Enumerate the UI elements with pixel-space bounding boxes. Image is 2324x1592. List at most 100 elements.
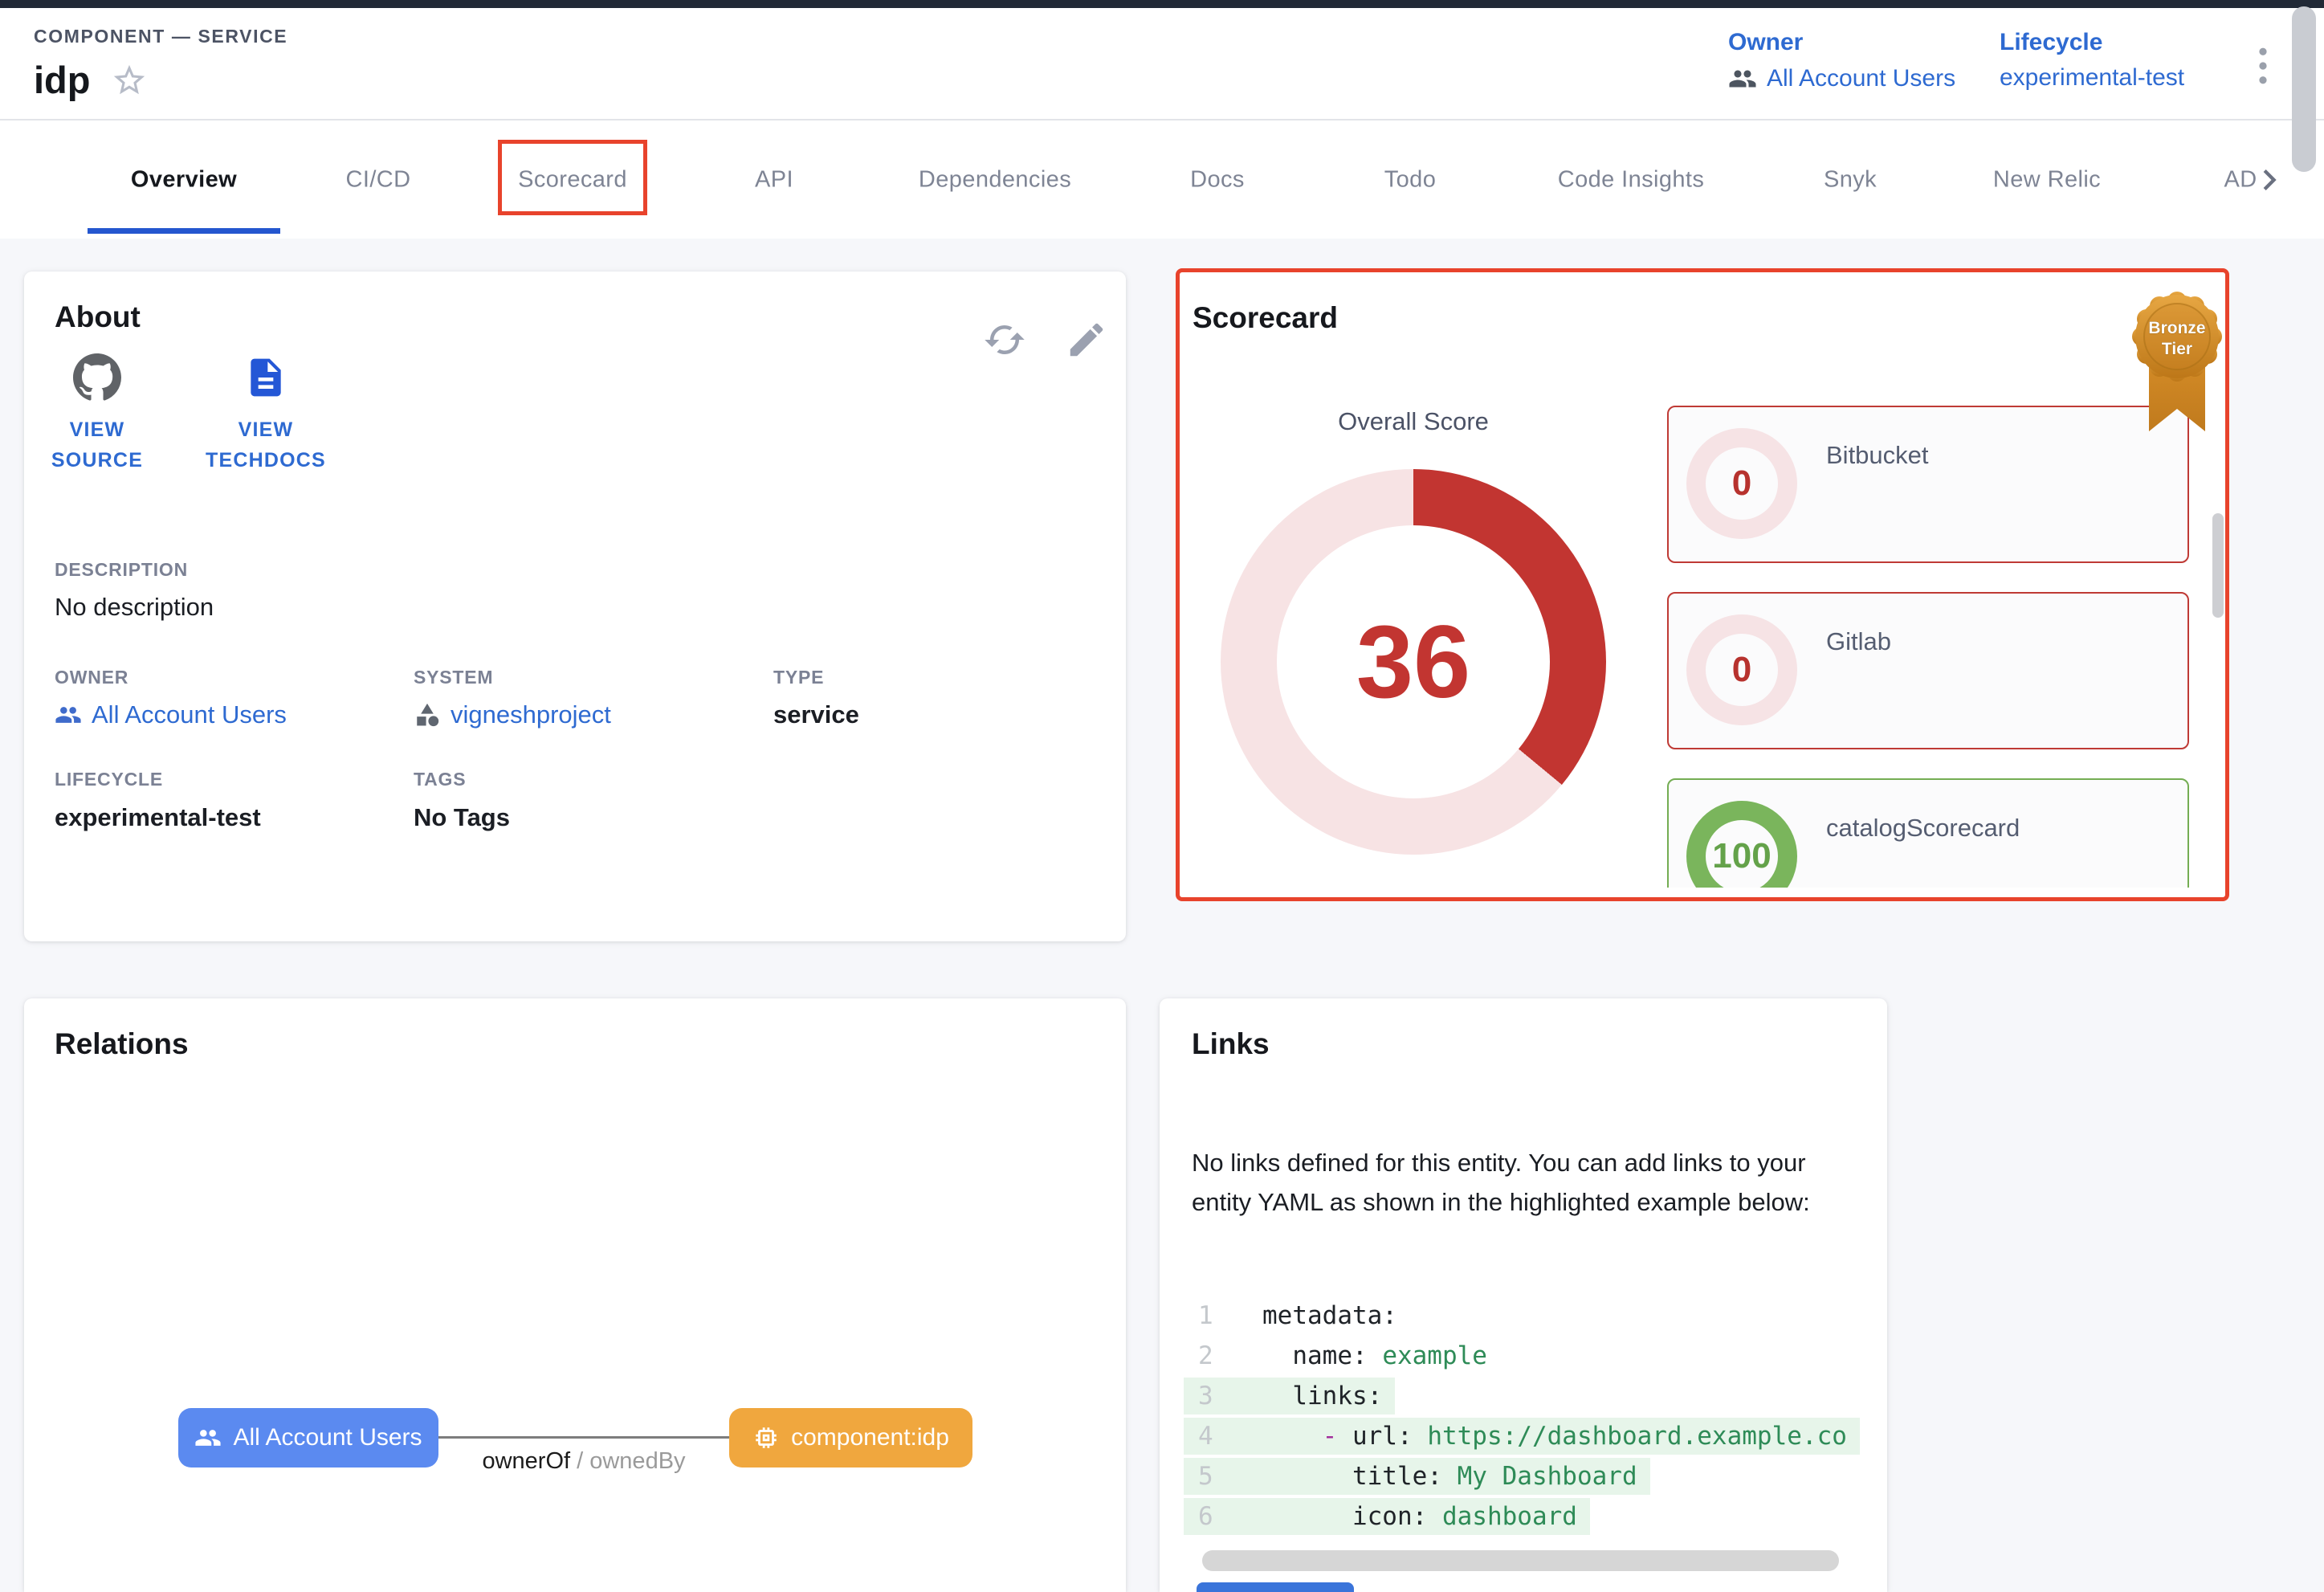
view-source-button[interactable]: VIEW SOURCE <box>29 352 165 476</box>
subcard-score-ring: 100 <box>1686 801 1797 888</box>
code-line: 2 name: example <box>1184 1336 1887 1376</box>
active-tab-underline <box>88 228 280 234</box>
tab-api[interactable]: API <box>755 166 793 193</box>
scorecard-subcard-bitbucket[interactable]: 0Bitbucket <box>1667 406 2189 563</box>
group-node-label: All Account Users <box>233 1424 422 1451</box>
subcard-label: Gitlab <box>1826 627 1891 656</box>
relations-title: Relations <box>55 1027 189 1061</box>
tags-field-value: No Tags <box>414 803 510 832</box>
links-card: Links No links defined for this entity. … <box>1160 998 1887 1592</box>
more-options-icon[interactable] <box>2245 40 2281 92</box>
badge-line2: Tier <box>2162 340 2192 358</box>
type-field-value: service <box>773 700 859 729</box>
page-title: idp <box>34 58 90 102</box>
scorecard-subscores-list: 0Bitbucket 0 Gitlab 100 catalogScorecard <box>1667 406 2189 888</box>
content-area: About VIEW SOURCE VIEW TECHDOCS DESCRIPT… <box>0 239 2324 1592</box>
overall-score-gauge: 36 <box>1221 469 1606 855</box>
about-title: About <box>55 300 141 334</box>
techdocs-icon <box>243 355 288 400</box>
description-label: DESCRIPTION <box>55 559 188 581</box>
code-line: 1metadata: <box>1184 1296 1887 1336</box>
lifecycle-field-label: LIFECYCLE <box>55 769 163 790</box>
owner-link[interactable]: All Account Users <box>1728 64 1955 93</box>
line-number: 3 <box>1198 1382 1233 1410</box>
system-category-icon <box>414 701 441 729</box>
type-field-label: TYPE <box>773 667 824 688</box>
subcard-score-ring: 0 <box>1686 614 1797 725</box>
view-techdocs-label: VIEW TECHDOCS <box>198 414 334 476</box>
owner-value: All Account Users <box>1767 65 1955 92</box>
bronze-tier-badge: Bronze Tier <box>2127 284 2227 441</box>
header-owner-block: Owner All Account Users <box>1728 29 1955 93</box>
relation-node-component[interactable]: component:idp <box>729 1408 972 1467</box>
view-techdocs-button[interactable]: VIEW TECHDOCS <box>198 352 334 476</box>
github-icon <box>73 353 121 402</box>
yaml-code-block: 1metadata:2 name: example3 links:4 - url… <box>1184 1296 1887 1537</box>
tabs: OverviewCI/CDScorecardAPIDependenciesDoc… <box>0 120 2324 239</box>
owner-field-label: OWNER <box>55 667 128 688</box>
relation-edge-label: ownerOf / ownedBy <box>423 1448 744 1475</box>
header-lifecycle-block: Lifecycle experimental-test <box>2000 29 2184 92</box>
top-window-bar <box>0 0 2324 8</box>
line-number: 2 <box>1198 1341 1233 1370</box>
favorite-star-icon[interactable] <box>111 62 148 99</box>
annotation-box-scorecard-tab <box>498 140 647 215</box>
tab-ci-cd[interactable]: CI/CD <box>346 166 411 193</box>
overall-score-label: Overall Score <box>1293 407 1534 436</box>
refresh-icon[interactable] <box>983 318 1026 361</box>
description-value: No description <box>55 593 214 622</box>
owner-field-link[interactable]: All Account Users <box>55 700 287 729</box>
tab-dependencies[interactable]: Dependencies <box>919 166 1071 193</box>
line-number: 1 <box>1198 1301 1233 1330</box>
tab-new-relic[interactable]: New Relic <box>1993 166 2101 193</box>
system-field-link[interactable]: vigneshproject <box>414 700 611 729</box>
tags-field-label: TAGS <box>414 769 466 790</box>
scorecard-title: Scorecard <box>1193 301 1338 335</box>
subcard-label: Bitbucket <box>1826 441 1929 470</box>
code-line: 4 - url: https://dashboard.example.co <box>1184 1416 1887 1456</box>
relation-edge-line <box>438 1436 729 1439</box>
code-line: 3 links: <box>1184 1376 1887 1416</box>
tab-code-insights[interactable]: Code Insights <box>1558 166 1705 193</box>
code-horizontal-scrollbar[interactable] <box>1202 1550 1839 1571</box>
tab-overview[interactable]: Overview <box>131 166 237 193</box>
scorecard-card: Scorecard Overall Score 36 0Bitbucket 0 Gi… <box>1176 268 2229 901</box>
links-empty-text: No links defined for this entity. You ca… <box>1192 1143 1866 1222</box>
line-number: 4 <box>1198 1422 1233 1451</box>
entity-header: COMPONENT — SERVICE idp Owner All Accoun… <box>0 8 2324 120</box>
tab-ad[interactable]: AD <box>2224 166 2257 193</box>
lifecycle-value: experimental-test <box>2000 64 2184 92</box>
subcard-label: catalogScorecard <box>1826 814 2020 843</box>
edge-separator: / <box>570 1448 589 1474</box>
people-icon <box>55 701 82 729</box>
relations-card: Relations All Account Users component:id… <box>24 998 1126 1592</box>
code-line: 5 title: My Dashboard <box>1184 1456 1887 1496</box>
scorecard-subcard-catalogscorecard[interactable]: 100 catalogScorecard <box>1667 778 2189 888</box>
edge-reverse-label: ownedBy <box>589 1448 685 1474</box>
overall-score-value: 36 <box>1221 469 1606 855</box>
owner-field-value: All Account Users <box>92 700 287 729</box>
chip-icon <box>752 1424 780 1451</box>
lifecycle-label: Lifecycle <box>2000 29 2184 56</box>
line-number: 6 <box>1198 1502 1233 1531</box>
code-line: 6 icon: dashboard <box>1184 1496 1887 1537</box>
scorecard-subcard-gitlab[interactable]: 0 Gitlab <box>1667 592 2189 749</box>
links-title: Links <box>1192 1027 1270 1061</box>
tab-snyk[interactable]: Snyk <box>1824 166 1877 193</box>
read-more-button-partial[interactable] <box>1197 1582 1354 1592</box>
tab-docs[interactable]: Docs <box>1190 166 1245 193</box>
about-card: About VIEW SOURCE VIEW TECHDOCS DESCRIPT… <box>24 271 1126 941</box>
view-source-label: VIEW SOURCE <box>29 414 165 476</box>
people-icon <box>1728 64 1757 93</box>
relation-node-group[interactable]: All Account Users <box>178 1408 438 1467</box>
subscores-scrollbar[interactable] <box>2212 513 2224 618</box>
owner-label: Owner <box>1728 29 1955 56</box>
page-scrollbar[interactable] <box>2292 6 2316 172</box>
tab-todo[interactable]: Todo <box>1384 166 1437 193</box>
system-field-label: SYSTEM <box>414 667 493 688</box>
lifecycle-field-value: experimental-test <box>55 803 261 832</box>
line-number: 5 <box>1198 1462 1233 1491</box>
people-icon <box>194 1424 222 1451</box>
badge-line1: Bronze <box>2148 319 2205 337</box>
edit-icon[interactable] <box>1065 318 1108 361</box>
